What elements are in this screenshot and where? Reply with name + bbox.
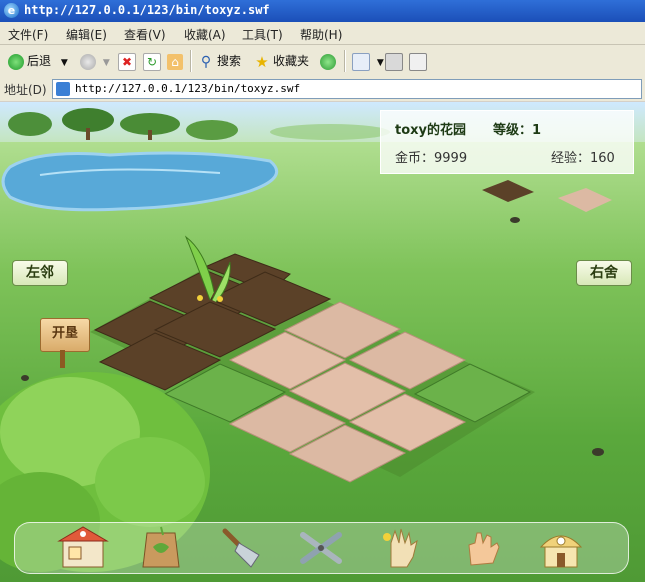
address-label: 地址(D) [4, 83, 47, 97]
mail-dropdown-icon[interactable]: ▼ [377, 58, 384, 68]
distant-plot [558, 188, 612, 212]
left-neighbor-button[interactable]: 左邻 [12, 260, 68, 286]
game-canvas[interactable]: toxy的花园 等级：1 金币：9999 经验：160 左邻 右舍 开垦 [0, 102, 645, 582]
menu-tools[interactable]: 工具(T) [242, 26, 283, 43]
edit-button[interactable] [409, 51, 430, 71]
garden-info-panel: toxy的花园 等级：1 金币：9999 经验：160 [380, 110, 634, 174]
mail-icon [352, 52, 370, 71]
stop-button[interactable]: ✖ [118, 51, 139, 71]
toolbar-separator [344, 50, 346, 72]
home-icon: ⌂ [167, 53, 183, 70]
shop-icon[interactable] [55, 525, 111, 571]
forward-arrow-icon [80, 53, 96, 70]
menu-edit[interactable]: 编辑(E) [66, 26, 107, 43]
stop-icon: ✖ [118, 52, 136, 71]
page-icon [56, 82, 70, 96]
sign-post [60, 350, 65, 368]
back-button[interactable]: 后退 ▼ [8, 51, 68, 71]
address-bar: 地址(D) http://127.0.0.1/123/bin/toxyz.swf [0, 77, 645, 101]
glove-icon[interactable] [373, 525, 429, 571]
print-button[interactable] [385, 51, 406, 71]
menu-favorites[interactable]: 收藏(A) [184, 26, 226, 43]
experience-amount: 经验：160 [551, 151, 615, 166]
garden-name: toxy的花园 [395, 123, 467, 138]
seed-bag-icon[interactable] [133, 525, 189, 571]
favorites-button[interactable]: ★ 收藏夹 [254, 51, 309, 71]
search-label: 搜索 [217, 54, 242, 68]
gold-amount: 金币：9999 [395, 151, 468, 166]
address-url: http://127.0.0.1/123/bin/toxyz.swf [75, 82, 301, 95]
house-icon[interactable] [533, 525, 589, 571]
trowel-icon[interactable] [215, 525, 271, 571]
tool-dock [14, 522, 629, 574]
menu-bar: 文件(F) 编辑(E) 查看(V) 收藏(A) 工具(T) 帮助(H) [0, 22, 645, 45]
history-icon [320, 53, 336, 70]
menu-file[interactable]: 文件(F) [8, 26, 48, 43]
history-button[interactable] [320, 51, 339, 71]
toolbar-separator [190, 50, 192, 72]
right-neighbor-button[interactable]: 右舍 [576, 260, 632, 286]
reclaim-sign[interactable]: 开垦 [40, 318, 90, 352]
favorites-label: 收藏夹 [273, 54, 310, 68]
mail-button[interactable]: ▼ [352, 51, 384, 71]
refresh-icon: ↻ [143, 52, 161, 71]
forward-dropdown-icon[interactable]: ▼ [103, 58, 110, 68]
star-icon: ★ [255, 52, 269, 71]
menu-view[interactable]: 查看(V) [124, 26, 166, 43]
title-bar: e http://127.0.0.1/123/bin/toxyz.swf [0, 0, 645, 22]
garden-level: 等级：1 [493, 123, 542, 138]
home-button[interactable]: ⌂ [167, 51, 186, 71]
hand-icon[interactable] [455, 525, 511, 571]
edit-page-icon [409, 52, 427, 71]
distant-plot [482, 180, 534, 202]
back-dropdown-icon[interactable]: ▼ [61, 58, 68, 68]
print-icon [385, 52, 403, 71]
back-label: 后退 [27, 54, 52, 68]
back-arrow-icon [8, 53, 24, 70]
search-icon: ⚲ [200, 53, 212, 70]
ie-icon: e [4, 3, 19, 18]
search-button[interactable]: ⚲ 搜索 [198, 51, 241, 71]
toolbar: 后退 ▼ ▼ ✖ ↻ ⌂ ⚲ 搜索 ★ 收藏夹 ▼ [0, 45, 645, 78]
stone [510, 217, 520, 223]
address-input[interactable]: http://127.0.0.1/123/bin/toxyz.swf [52, 79, 642, 99]
refresh-button[interactable]: ↻ [143, 51, 164, 71]
stone [592, 448, 604, 456]
window-title: http://127.0.0.1/123/bin/toxyz.swf [24, 3, 270, 17]
forward-button[interactable]: ▼ [80, 51, 110, 71]
menu-help[interactable]: 帮助(H) [300, 26, 342, 43]
shears-icon[interactable] [293, 525, 349, 571]
